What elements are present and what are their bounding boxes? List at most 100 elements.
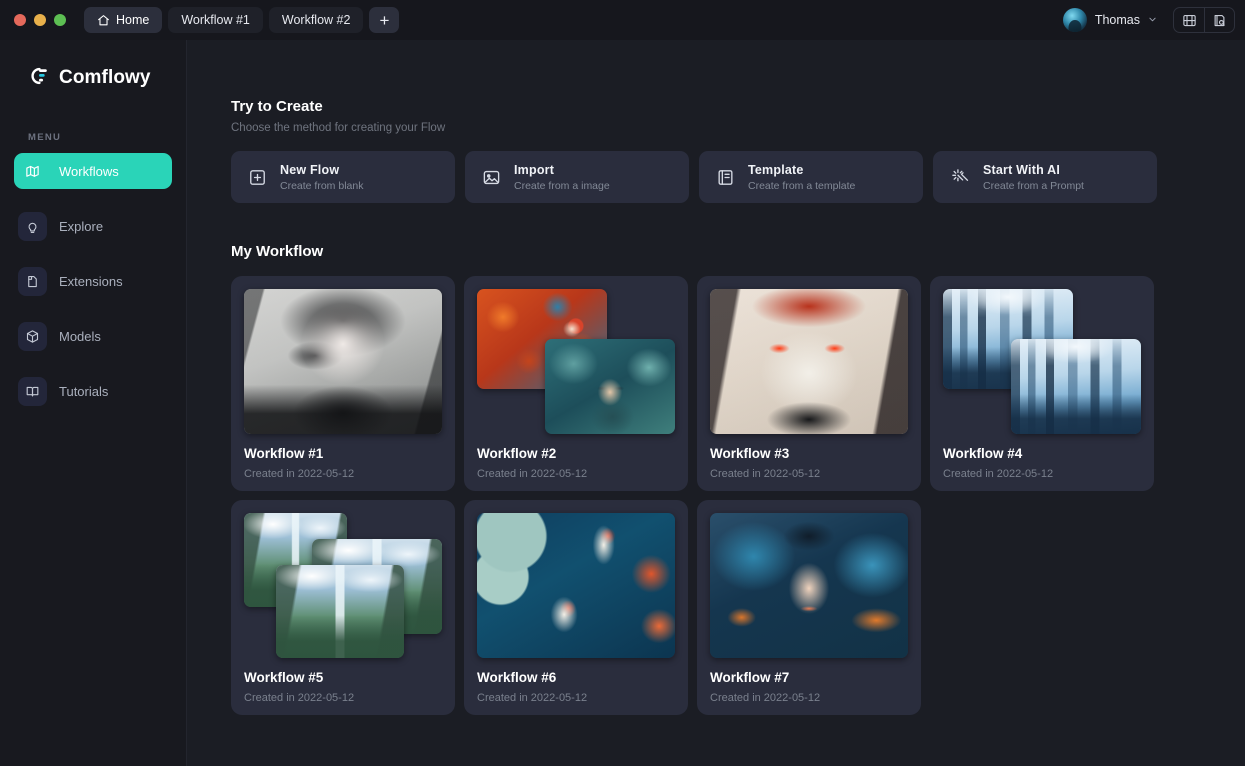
workflow-card-4-date: Created in 2022-05-12 [943,468,1141,480]
workflow-card-1-title: Workflow #1 [244,446,442,461]
create-card-start-with-ai-subtitle: Create from a Prompt [983,180,1084,192]
sidebar-item-tutorials-label: Tutorials [59,384,108,399]
workflow-card-3-thumbnails [710,289,908,434]
workflow-card-1-date: Created in 2022-05-12 [244,468,442,480]
user-menu[interactable]: Thomas [1059,6,1161,34]
bulb-icon [18,212,47,241]
workflow-card-3-date: Created in 2022-05-12 [710,468,908,480]
workflow-grid: Workflow #1 Created in 2022-05-12 Workfl… [231,276,1245,715]
plus-icon: + [379,12,389,29]
create-card-new-flow-subtitle: Create from blank [280,180,363,192]
avatar [1063,8,1087,32]
sidebar-item-models-label: Models [59,329,101,344]
create-card-new-flow[interactable]: New Flow Create from blank [231,151,455,203]
sidebar-nav: Workflows Explore Extensions [0,153,186,409]
workflow-thumbnail [1011,339,1141,434]
user-name: Thomas [1095,13,1140,27]
panel-layout-icon[interactable] [1174,8,1204,32]
app-body: Comflowy MENU Workflows Explore [0,40,1245,766]
tab-workflow-1[interactable]: Workflow #1 [168,7,263,33]
sidebar-item-tutorials[interactable]: Tutorials [14,373,172,409]
my-workflow-title: My Workflow [231,243,1245,260]
brand-logo[interactable]: Comflowy [0,62,186,94]
workflow-card-6-date: Created in 2022-05-12 [477,692,675,704]
title-bar-right: Thomas [1059,6,1235,34]
workflow-card-7[interactable]: Workflow #7 Created in 2022-05-12 [697,500,921,715]
workflow-card-4-thumbnails [943,289,1141,434]
tab-workflow-2[interactable]: Workflow #2 [269,7,364,33]
sidebar-item-extensions-label: Extensions [59,274,123,289]
tab-workflow-2-label: Workflow #2 [282,13,351,27]
tab-home[interactable]: Home [84,7,162,33]
magic-wand-icon [950,167,970,187]
home-icon [97,14,110,27]
workflow-card-1-thumbnails [244,289,442,434]
workflow-card-4-title: Workflow #4 [943,446,1141,461]
title-bar: Home Workflow #1 Workflow #2 + Thomas [0,0,1245,40]
close-window-button[interactable] [14,14,26,26]
window-controls [14,14,66,26]
map-icon [18,157,47,186]
create-section-subtitle: Choose the method for creating your Flow [231,122,1245,134]
workflow-thumbnail [710,513,908,658]
create-card-import-title: Import [514,163,610,177]
workflow-card-5-thumbnails [244,513,442,658]
create-card-template-subtitle: Create from a template [748,180,855,192]
create-card-start-with-ai[interactable]: Start With AI Create from a Prompt [933,151,1157,203]
sidebar-menu-label: MENU [0,132,186,143]
create-card-template[interactable]: Template Create from a template [699,151,923,203]
workflow-card-6-title: Workflow #6 [477,670,675,685]
workflow-card-7-date: Created in 2022-05-12 [710,692,908,704]
book-icon [18,377,47,406]
minimize-window-button[interactable] [34,14,46,26]
template-book-icon [716,168,735,187]
sidebar-item-workflows[interactable]: Workflows [14,153,172,189]
workflow-card-5[interactable]: Workflow #5 Created in 2022-05-12 [231,500,455,715]
workflow-thumbnail [276,565,404,658]
sidebar-item-models[interactable]: Models [14,318,172,354]
create-card-start-with-ai-title: Start With AI [983,163,1084,177]
workflow-card-2-thumbnails [477,289,675,434]
workflow-card-3[interactable]: Workflow #3 Created in 2022-05-12 [697,276,921,491]
tab-bar: Home Workflow #1 Workflow #2 + [84,7,399,33]
sidebar: Comflowy MENU Workflows Explore [0,40,187,766]
chevron-down-icon [1148,15,1157,27]
workflow-thumbnail [477,513,675,658]
workflow-card-5-title: Workflow #5 [244,670,442,685]
workflow-card-6-thumbnails [477,513,675,658]
document-search-icon[interactable] [1204,8,1234,32]
create-card-new-flow-title: New Flow [280,163,363,177]
workflow-card-2-title: Workflow #2 [477,446,675,461]
app-window: Home Workflow #1 Workflow #2 + Thomas [0,0,1245,766]
image-icon [482,168,501,187]
workflow-card-7-thumbnails [710,513,908,658]
square-plus-icon [248,168,267,187]
sidebar-item-explore-label: Explore [59,219,103,234]
workflow-thumbnail [545,339,675,434]
tab-workflow-1-label: Workflow #1 [181,13,250,27]
create-card-import-subtitle: Create from a image [514,180,610,192]
workflow-card-7-title: Workflow #7 [710,670,908,685]
sidebar-item-extensions[interactable]: Extensions [14,263,172,299]
tab-home-label: Home [116,13,149,27]
brand-name: Comflowy [59,67,151,89]
main-content: Try to Create Choose the method for crea… [187,40,1245,766]
create-card-template-title: Template [748,163,855,177]
workflow-card-2[interactable]: Workflow #2 Created in 2022-05-12 [464,276,688,491]
extensions-icon [18,267,47,296]
workflow-card-6[interactable]: Workflow #6 Created in 2022-05-12 [464,500,688,715]
create-section-title: Try to Create [231,98,1245,115]
title-bar-icon-group [1173,7,1235,33]
maximize-window-button[interactable] [54,14,66,26]
workflow-card-1[interactable]: Workflow #1 Created in 2022-05-12 [231,276,455,491]
comflowy-logo-icon [28,65,50,92]
new-tab-button[interactable]: + [369,7,399,33]
box-icon [18,322,47,351]
create-methods-row: New Flow Create from blank Import Create… [231,151,1245,203]
create-card-import[interactable]: Import Create from a image [465,151,689,203]
workflow-card-4[interactable]: Workflow #4 Created in 2022-05-12 [930,276,1154,491]
sidebar-item-workflows-label: Workflows [59,164,119,179]
sidebar-item-explore[interactable]: Explore [14,208,172,244]
workflow-thumbnail [710,289,908,434]
workflow-card-3-title: Workflow #3 [710,446,908,461]
